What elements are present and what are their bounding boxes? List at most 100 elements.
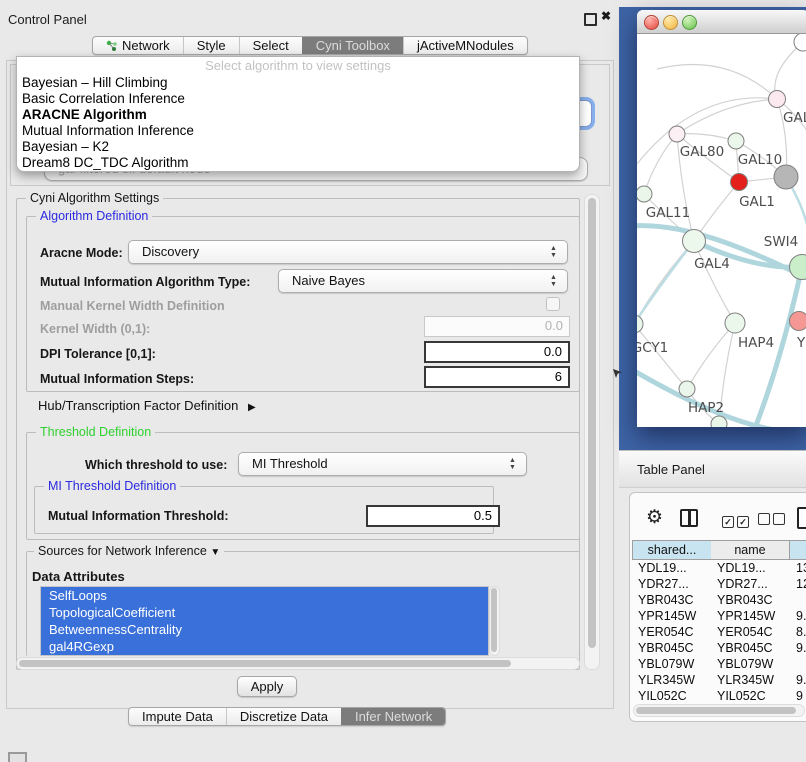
tab-style[interactable]: Style bbox=[183, 37, 239, 54]
data-attributes-label: Data Attributes bbox=[32, 569, 125, 584]
attribute-list-item[interactable]: TopologicalCoefficient bbox=[41, 604, 488, 621]
network-node-gal4[interactable] bbox=[683, 230, 706, 253]
network-node-gcy1[interactable] bbox=[637, 315, 643, 333]
table-cell[interactable]: YPR145W bbox=[638, 608, 696, 624]
network-node-gal80[interactable] bbox=[669, 126, 685, 142]
manual-kernel-checkbox[interactable] bbox=[546, 297, 560, 311]
network-node-swi4[interactable] bbox=[790, 255, 806, 280]
settings-vertical-scrollbar[interactable] bbox=[584, 194, 600, 670]
select-all-columns-icon[interactable]: ✓✓ bbox=[722, 512, 749, 530]
network-node-hap4[interactable] bbox=[725, 313, 745, 333]
which-threshold-combo[interactable]: MI Threshold ▲▼ bbox=[238, 452, 527, 476]
network-node[interactable] bbox=[774, 165, 798, 189]
tab-select[interactable]: Select bbox=[239, 37, 302, 54]
docked-panel-icon[interactable] bbox=[8, 752, 27, 762]
network-node-gal1[interactable] bbox=[731, 174, 748, 191]
mi-threshold-input[interactable]: 0.5 bbox=[366, 505, 500, 527]
combo-stepper-icon: ▲▼ bbox=[549, 274, 558, 288]
network-window-titlebar[interactable] bbox=[637, 10, 806, 34]
close-icon[interactable]: ✖ bbox=[601, 9, 611, 23]
attribute-list-item[interactable]: BetweennessCentrality bbox=[41, 621, 488, 638]
table-horizontal-scrollbar[interactable] bbox=[633, 704, 805, 717]
attribute-list-item[interactable]: gal4RGexp bbox=[41, 638, 488, 655]
tab-cyni-toolbox[interactable]: Cyni Toolbox bbox=[302, 37, 403, 54]
tab-label: Impute Data bbox=[142, 708, 213, 725]
table-cell[interactable]: YIL052C bbox=[717, 688, 766, 704]
mi-steps-input[interactable]: 6 bbox=[424, 366, 570, 388]
mi-type-label: Mutual Information Algorithm Type: bbox=[40, 275, 250, 289]
table-cell[interactable]: YLR345W bbox=[717, 672, 774, 688]
kernel-width-label: Kernel Width (0,1): bbox=[40, 322, 150, 336]
tab-jactivemnodules[interactable]: jActiveMNodules bbox=[403, 37, 527, 54]
dropdown-item[interactable]: Bayesian – Hill Climbing bbox=[17, 75, 579, 91]
table-cell[interactable]: 9. bbox=[796, 608, 806, 624]
table-cell[interactable]: YLR345W bbox=[638, 672, 695, 688]
hub-definition-expander[interactable]: Hub/Transcription Factor Definition ▶ bbox=[38, 398, 256, 413]
table-cell[interactable]: YDL19... bbox=[638, 560, 687, 576]
deselect-columns-icon[interactable] bbox=[758, 512, 785, 530]
dropdown-item[interactable]: ARACNE Algorithm bbox=[17, 107, 579, 123]
table-cell[interactable]: YPR145W bbox=[717, 608, 775, 624]
table-cell[interactable]: YDR27... bbox=[717, 576, 768, 592]
network-window[interactable]: GALGAL80GAL10GAL1GAL11GAL4SWI4GCY1HAP4YH… bbox=[637, 10, 806, 427]
tab-discretize-data[interactable]: Discretize Data bbox=[226, 708, 341, 725]
tab-infer-network[interactable]: Infer Network bbox=[341, 708, 445, 725]
aracne-mode-combo[interactable]: Discovery ▲▼ bbox=[128, 240, 568, 264]
table-column-header[interactable] bbox=[790, 540, 806, 560]
network-node-gal[interactable] bbox=[769, 91, 786, 108]
network-node[interactable] bbox=[711, 416, 727, 427]
settings-horizontal-scrollbar[interactable] bbox=[16, 657, 580, 670]
table-cell[interactable]: YBL079W bbox=[717, 656, 773, 672]
table-cell[interactable]: YER054C bbox=[638, 624, 694, 640]
dropdown-item[interactable]: Basic Correlation Inference bbox=[17, 91, 579, 107]
network-node-hap2[interactable] bbox=[679, 381, 695, 397]
attribute-list-item[interactable]: SelfLoops bbox=[41, 587, 488, 604]
table-cell[interactable]: 9. bbox=[796, 640, 806, 656]
table-column-header[interactable]: shared... bbox=[632, 540, 712, 560]
table-cell[interactable]: YIL052C bbox=[638, 688, 687, 704]
network-node-gal10[interactable] bbox=[728, 133, 744, 149]
table-cell[interactable]: YBL079W bbox=[638, 656, 694, 672]
network-node-y[interactable] bbox=[790, 312, 806, 331]
mi-threshold-group-title: MI Threshold Definition bbox=[44, 479, 180, 493]
cyni-settings-title: Cyni Algorithm Settings bbox=[26, 191, 163, 205]
window-close-button[interactable] bbox=[644, 15, 659, 30]
table-cell[interactable]: YDR27... bbox=[638, 576, 689, 592]
table-cell[interactable]: YBR045C bbox=[717, 640, 773, 656]
gear-icon[interactable]: ⚙ bbox=[646, 506, 663, 529]
dropdown-item[interactable]: Dream8 DC_TDC Algorithm bbox=[17, 155, 579, 171]
apply-button[interactable]: Apply bbox=[237, 676, 297, 697]
table-cell[interactable]: 13 bbox=[796, 560, 806, 576]
network-node-gal11[interactable] bbox=[637, 186, 652, 202]
tab-impute-data[interactable]: Impute Data bbox=[129, 708, 226, 725]
window-zoom-button[interactable] bbox=[682, 15, 697, 30]
table-panel-titlebar: Table Panel bbox=[619, 450, 806, 488]
kernel-width-input[interactable]: 0.0 bbox=[424, 316, 570, 337]
new-table-icon[interactable] bbox=[797, 507, 806, 529]
table-column-header[interactable]: name bbox=[711, 540, 790, 560]
table-cell[interactable]: 9. bbox=[796, 672, 806, 688]
attributes-scrollbar[interactable] bbox=[489, 586, 500, 656]
float-window-icon[interactable] bbox=[584, 13, 597, 26]
table-cell[interactable]: YBR043C bbox=[638, 592, 694, 608]
dropdown-item[interactable]: Mutual Information Inference bbox=[17, 123, 579, 139]
table-cell[interactable]: 9 bbox=[796, 688, 803, 704]
sources-group-title[interactable]: Sources for Network Inference ▼ bbox=[34, 544, 224, 558]
table-cell[interactable]: YBR045C bbox=[638, 640, 694, 656]
control-panel-tab-bar: NetworkStyleSelectCyni ToolboxjActiveMNo… bbox=[92, 36, 528, 55]
node-label: GAL1 bbox=[739, 194, 775, 210]
dropdown-item[interactable]: Bayesian – K2 bbox=[17, 139, 579, 155]
mi-type-combo[interactable]: Naive Bayes ▲▼ bbox=[278, 269, 568, 293]
split-columns-icon[interactable] bbox=[680, 509, 698, 527]
tab-network[interactable]: Network bbox=[93, 37, 183, 54]
network-canvas[interactable]: GALGAL80GAL10GAL1GAL11GAL4SWI4GCY1HAP4YH… bbox=[637, 34, 806, 427]
window-minimize-button[interactable] bbox=[663, 15, 678, 30]
table-cell[interactable]: 12 bbox=[796, 576, 806, 592]
dpi-tolerance-input[interactable]: 0.0 bbox=[424, 341, 570, 363]
table-cell[interactable]: 8. bbox=[796, 624, 806, 640]
table-cell[interactable]: YDL19... bbox=[717, 560, 766, 576]
table-cell[interactable]: YER054C bbox=[717, 624, 773, 640]
threshold-definition-title: Threshold Definition bbox=[36, 425, 155, 439]
table-cell[interactable]: YBR043C bbox=[717, 592, 773, 608]
mi-steps-label: Mutual Information Steps: bbox=[40, 372, 194, 386]
